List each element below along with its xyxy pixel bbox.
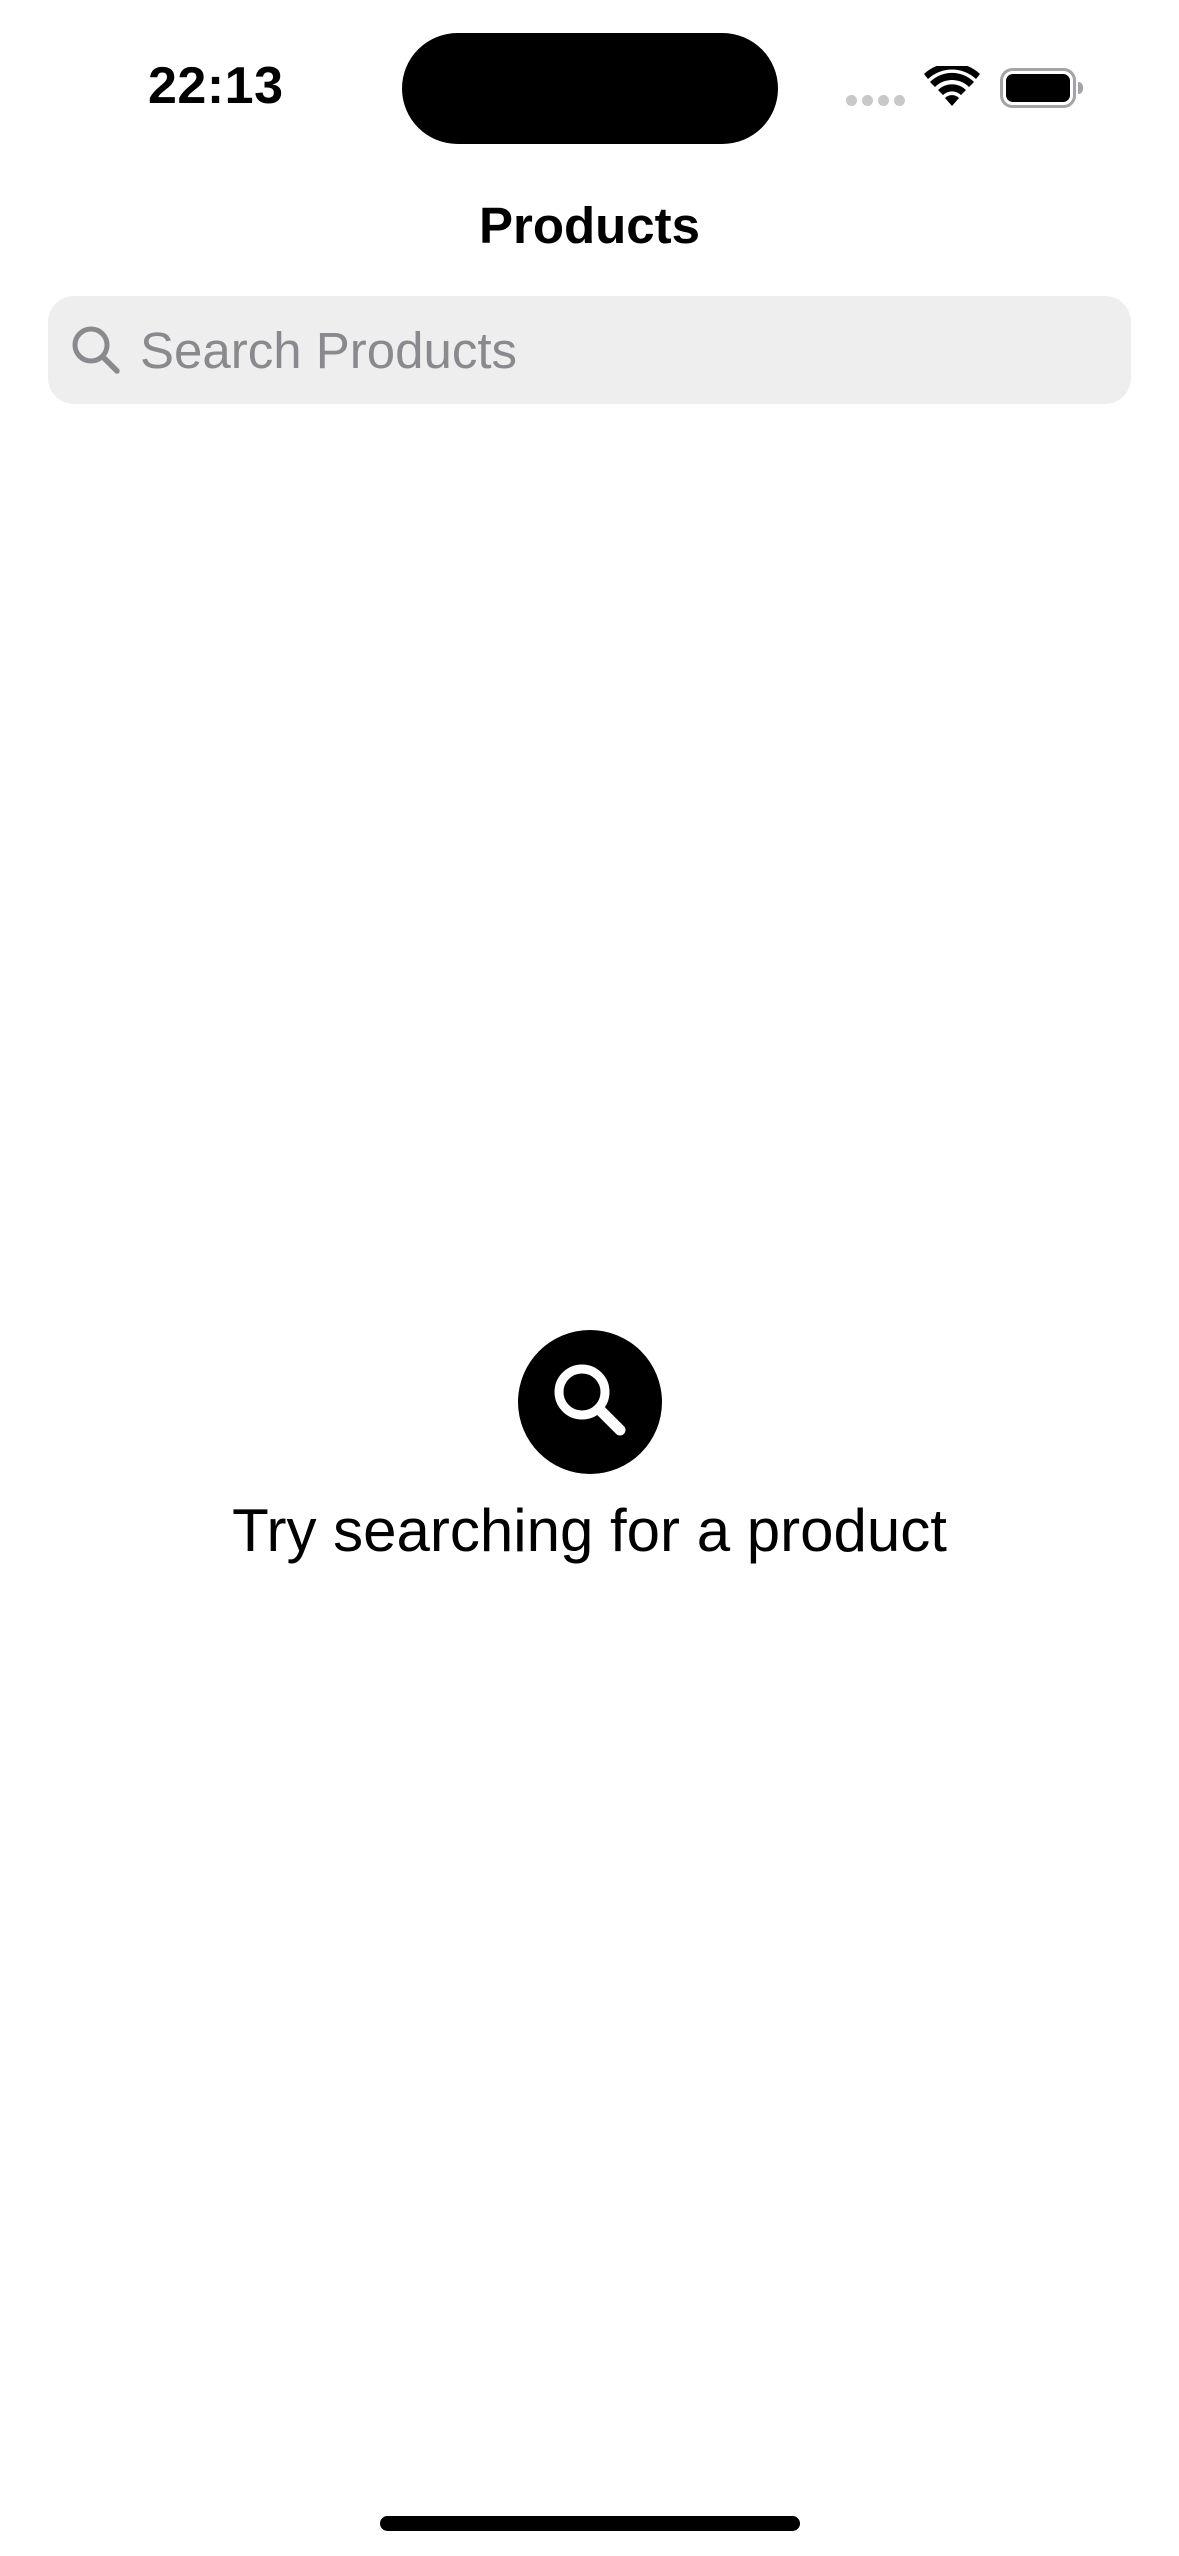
status-time: 22:13 (148, 57, 284, 115)
magnifying-glass-circle-icon (517, 1330, 662, 1474)
home-indicator[interactable] (380, 2516, 800, 2531)
page-title: Products (478, 197, 701, 254)
empty-state: Try searching for a product (0, 1330, 1179, 1565)
search-field[interactable] (48, 296, 1131, 404)
dynamic-island (402, 33, 778, 144)
search-icon (72, 326, 120, 374)
search-input[interactable] (122, 296, 1131, 404)
cellular-signal-icon (846, 95, 906, 107)
wifi-icon (924, 66, 980, 106)
empty-state-message: Try searching for a product (232, 1497, 947, 1564)
battery-icon (1000, 68, 1083, 108)
